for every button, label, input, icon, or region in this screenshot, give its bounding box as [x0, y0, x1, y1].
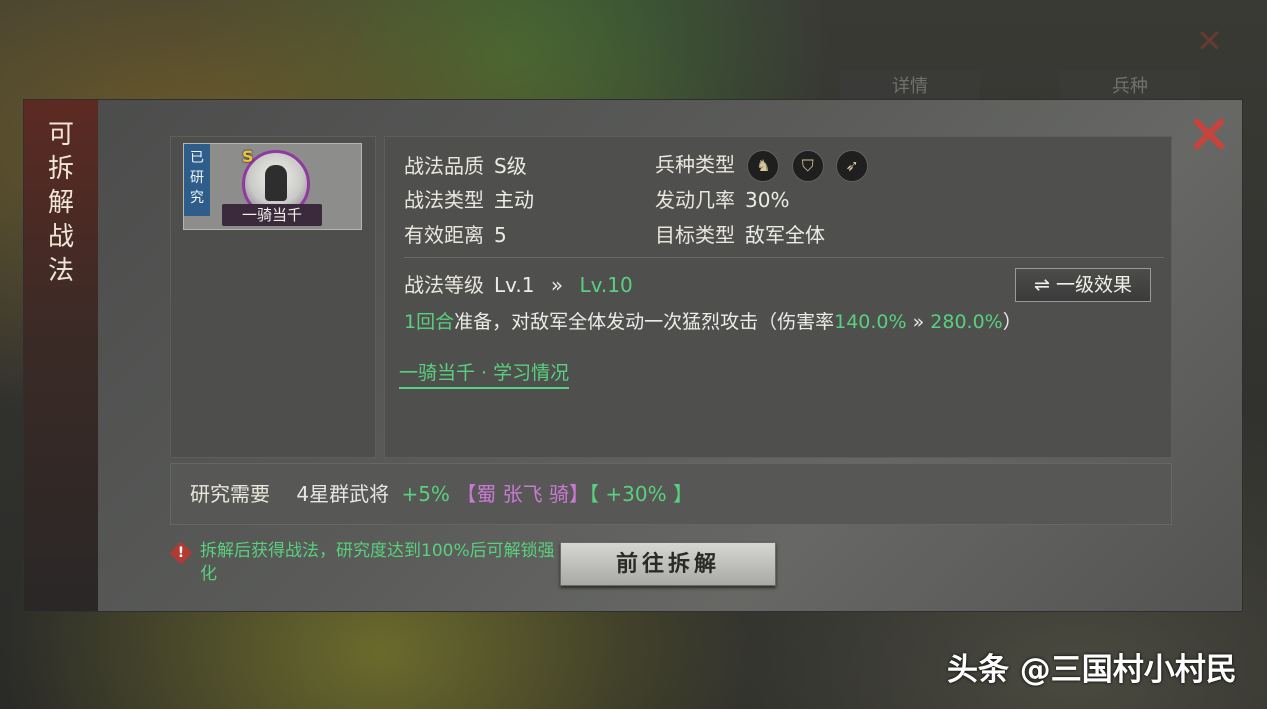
tactic-description: 1回合准备，对敌军全体发动一次猛烈攻击（伤害率140.0% » 280.0%）	[404, 311, 1022, 333]
go-disassemble-button[interactable]: 前往拆解	[560, 542, 776, 586]
close-icon[interactable]	[1188, 114, 1228, 154]
quality-row: 战法品质 S级	[404, 154, 527, 178]
tactic-name: 一骑当千	[222, 204, 322, 226]
warrior-figure-icon	[265, 165, 287, 201]
tactic-card-panel: 已 研 究 S 一骑当千	[170, 136, 376, 458]
requirement-text: 研究需要 4星群武将 +5% 【蜀 张飞 骑】【 +30% 】	[190, 482, 693, 506]
range-row: 有效距离 5	[404, 223, 507, 247]
research-requirement-panel: 研究需要 4星群武将 +5% 【蜀 张飞 骑】【 +30% 】	[170, 463, 1172, 525]
troop-type-row: 兵种类型 ♞ ⛉ ➶	[655, 150, 869, 182]
level-effect-button[interactable]: ⇌ 一级效果	[1015, 268, 1151, 302]
shield-icon: ⛉	[791, 150, 824, 182]
cavalry-icon: ♞	[747, 150, 780, 182]
dialog-side-banner: 可 拆 解 战 法	[24, 100, 98, 611]
study-status-link[interactable]: 一骑当千 · 学习情况	[399, 359, 570, 389]
swap-icon: ⇌	[1034, 274, 1050, 296]
trigger-rate-row: 发动几率 30%	[655, 188, 790, 212]
watermark: 头条 @三国村小村民	[947, 652, 1237, 688]
tactic-card[interactable]: 已 研 究 S 一骑当千	[183, 143, 362, 230]
warning-text: 拆解后获得战法，研究度达到100%后可解锁强化	[200, 541, 555, 584]
target-type-row: 目标类型 敌军全体	[655, 223, 825, 247]
dialog-title: 可 拆 解 战 法	[47, 120, 74, 286]
grade-badge: S	[242, 147, 254, 166]
background-tab-details: 详情	[840, 70, 980, 104]
bow-icon: ➶	[836, 150, 869, 182]
background-close-icon: ✕	[1196, 22, 1223, 60]
background-tab-troops: 兵种	[1060, 70, 1200, 104]
divider	[404, 257, 1164, 258]
researched-ribbon: 已 研 究	[184, 144, 210, 216]
warning-icon: !	[169, 541, 194, 566]
disassemble-tactic-dialog: 可 拆 解 战 法 已 研 究 S 一骑当千 战法品质 S级 战法类型 主动 有…	[24, 100, 1242, 611]
required-unit: 蜀 张飞 骑	[476, 482, 570, 506]
tactic-info-panel: 战法品质 S级 战法类型 主动 有效距离 5 兵种类型 ♞ ⛉ ➶ 发动几率 30% 目…	[384, 136, 1172, 458]
level-row: 战法等级 Lv.1 » Lv.10	[404, 273, 633, 297]
type-row: 战法类型 主动	[404, 188, 534, 212]
level-arrow-icon: »	[550, 273, 564, 297]
